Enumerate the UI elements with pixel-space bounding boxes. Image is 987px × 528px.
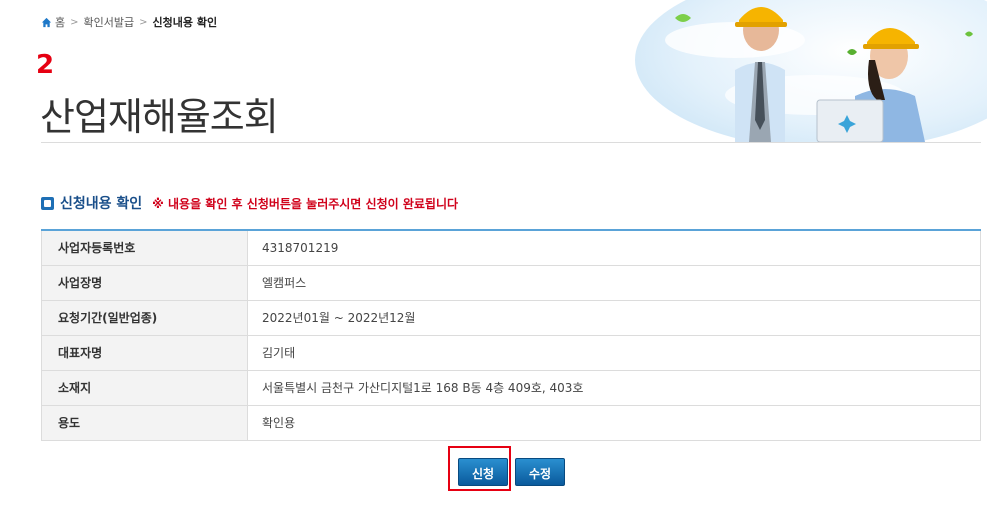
application-info-table: 사업자등록번호 4318701219 사업장명 엘캠퍼스 요청기간(일반업종) … <box>41 229 981 441</box>
title-divider <box>41 142 981 143</box>
hero-illustration <box>585 0 987 142</box>
row-value: 4318701219 <box>247 230 981 266</box>
row-value: 서울특별시 금천구 가산디지털1로 168 B동 4층 409호, 403호 <box>247 370 981 406</box>
chevron-right-icon: > <box>139 16 148 28</box>
table-row: 요청기간(일반업종) 2022년01월 ~ 2022년12월 <box>41 300 981 336</box>
row-label: 사업장명 <box>41 265 248 301</box>
notice-text: ※ 내용을 확인 후 신청버튼을 눌러주시면 신청이 완료됩니다 <box>152 196 459 211</box>
breadcrumb: 홈 > 확인서발급 > 신청내용 확인 <box>41 14 217 30</box>
row-value: 김기태 <box>247 335 981 371</box>
row-label: 사업자등록번호 <box>41 230 248 266</box>
table-row: 대표자명 김기태 <box>41 335 981 371</box>
row-label: 용도 <box>41 405 248 441</box>
square-bullet-icon <box>41 196 54 210</box>
section-title: 신청내용 확인 <box>60 196 143 212</box>
chevron-right-icon: > <box>70 16 79 28</box>
row-label: 대표자명 <box>41 335 248 371</box>
table-row: 사업자등록번호 4318701219 <box>41 230 981 266</box>
table-row: 소재지 서울특별시 금천구 가산디지털1로 168 B동 4층 409호, 40… <box>41 370 981 406</box>
table-row: 사업장명 엘캠퍼스 <box>41 265 981 301</box>
row-label: 소재지 <box>41 370 248 406</box>
page-title: 산업재해율조회 <box>40 95 279 139</box>
breadcrumb-home[interactable]: 홈 <box>55 14 65 30</box>
table-row: 용도 확인용 <box>41 405 981 441</box>
highlight-box <box>448 446 511 491</box>
row-value: 확인용 <box>247 405 981 441</box>
edit-button[interactable]: 수정 <box>515 458 565 486</box>
breadcrumb-current: 신청내용 확인 <box>152 16 218 29</box>
home-icon[interactable] <box>41 17 52 28</box>
step-number: 2 <box>36 50 55 80</box>
row-label: 요청기간(일반업종) <box>41 300 248 336</box>
row-value: 엘캠퍼스 <box>247 265 981 301</box>
breadcrumb-level1[interactable]: 확인서발급 <box>84 14 135 30</box>
row-value: 2022년01월 ~ 2022년12월 <box>247 300 981 336</box>
section-heading: 신청내용 확인 ※ 내용을 확인 후 신청버튼을 눌러주시면 신청이 완료됩니다 <box>41 194 458 212</box>
